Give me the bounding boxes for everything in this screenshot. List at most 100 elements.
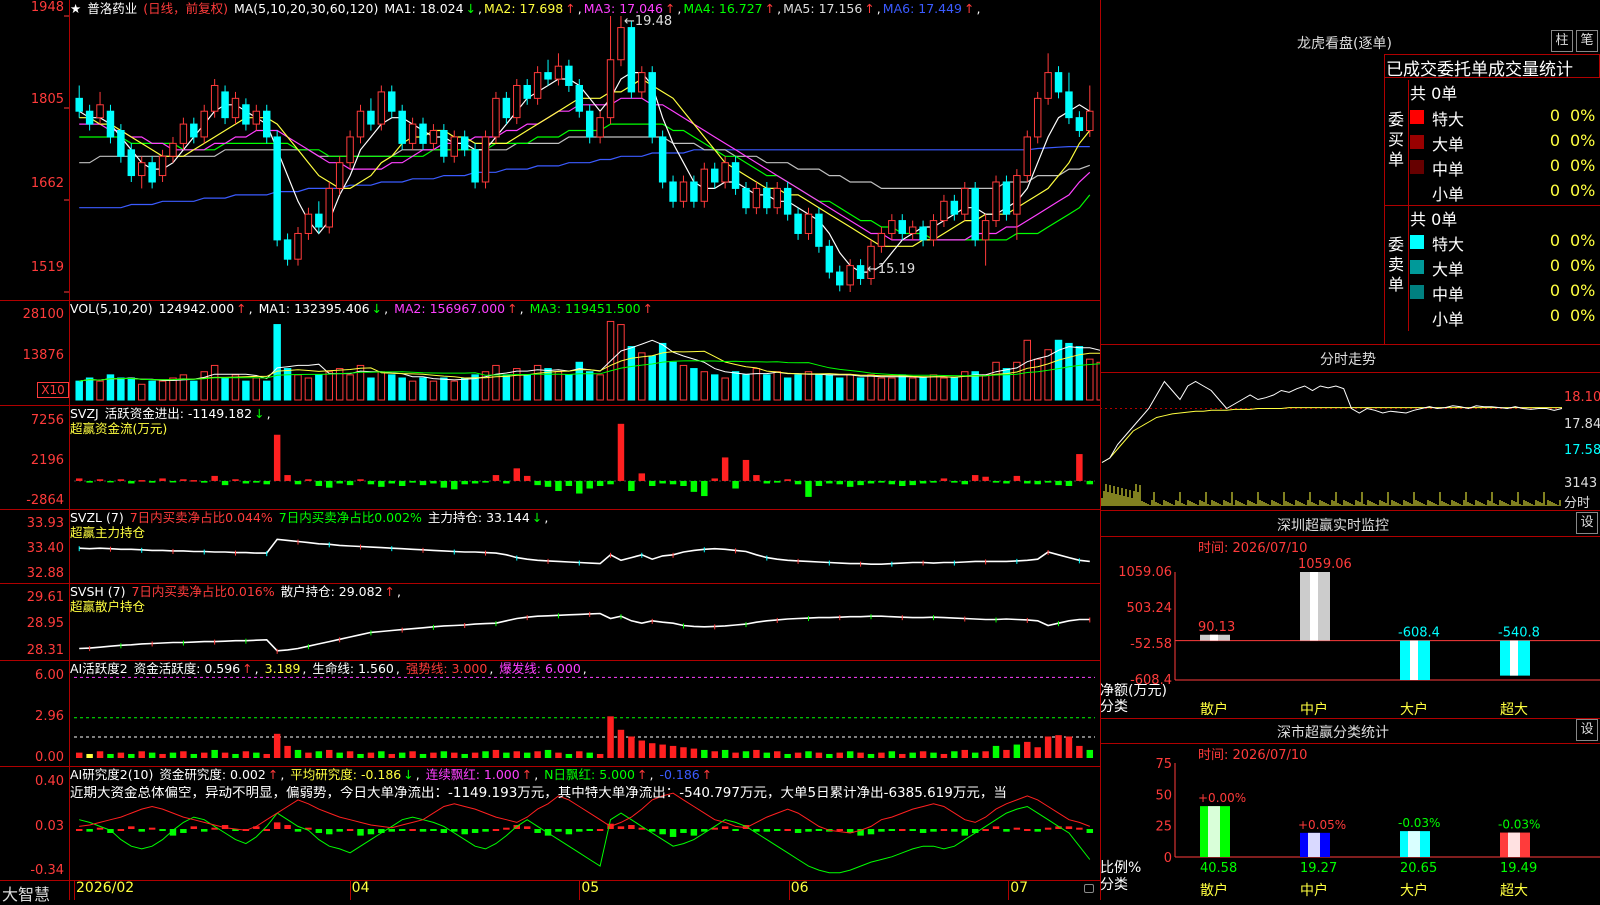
candle-body xyxy=(460,136,469,151)
class-bar-highlight xyxy=(1508,832,1520,857)
candle xyxy=(513,79,521,125)
candle-body xyxy=(263,110,271,138)
fund-flow-bar xyxy=(742,459,750,481)
class-category: 散户 xyxy=(1200,882,1228,899)
lock-icon[interactable] xyxy=(1084,884,1094,893)
candle-body xyxy=(929,220,938,241)
settings-button[interactable]: 设 xyxy=(1576,719,1598,741)
fund-flow-bar xyxy=(273,434,281,481)
candle xyxy=(252,104,261,131)
candle xyxy=(1075,111,1084,137)
order-percent: 0% xyxy=(1570,256,1596,275)
x-axis-label: 07 xyxy=(1010,880,1029,896)
sell-orders-label: 委卖单 xyxy=(1387,235,1404,294)
ai2-title: AI研究度2(10) xyxy=(70,767,154,782)
research-bar xyxy=(596,829,604,831)
tab-orders[interactable]: 委托单 xyxy=(1437,60,1488,80)
activity-bar xyxy=(200,752,208,758)
research-bar xyxy=(888,829,896,831)
activity-bar xyxy=(326,749,333,758)
activity-bar xyxy=(398,752,406,758)
fund-flow-bar xyxy=(409,480,416,483)
volume-bar xyxy=(273,324,281,401)
tick-mode-button[interactable]: 笔 xyxy=(1576,30,1598,52)
x-axis-tick xyxy=(74,880,75,900)
monitor-category: 超大 xyxy=(1500,702,1528,718)
volume-bar xyxy=(440,377,448,401)
order-row[interactable]: 中单 0 0% xyxy=(1410,281,1600,304)
fund-flow-bar xyxy=(482,480,489,483)
fund-flow-bar xyxy=(253,480,260,483)
research-bar xyxy=(784,829,791,831)
order-percent: 0% xyxy=(1570,306,1596,325)
fund-flow-bar xyxy=(899,480,906,486)
activity-bar xyxy=(451,752,458,758)
activity-bar xyxy=(148,752,156,758)
candle-body xyxy=(398,110,406,144)
research-bar xyxy=(815,829,823,831)
order-row[interactable]: 大单 0 0% xyxy=(1410,256,1600,279)
order-row[interactable]: 小单 0 0% xyxy=(1410,306,1600,329)
ai1-burst-line: 爆发线: 6.000 xyxy=(499,661,581,676)
monitor-bar xyxy=(1500,640,1530,676)
fund-flow-bar xyxy=(326,480,333,488)
bar-mode-button[interactable]: 柱 xyxy=(1551,30,1573,52)
candle xyxy=(283,233,292,266)
research-bar xyxy=(294,829,302,832)
fund-flow-bar xyxy=(774,480,781,483)
activity-bar xyxy=(878,752,885,758)
research-bar xyxy=(669,829,677,837)
vol-unit-badge[interactable]: X10 xyxy=(37,382,69,398)
fund-flow-bar xyxy=(221,480,229,486)
order-row[interactable]: 特大 0 0% xyxy=(1410,231,1600,254)
fund-flow-bar xyxy=(680,480,687,486)
ma-legend-6: MA6: 17.449 xyxy=(882,1,962,16)
ai1-ytick: 6.00 xyxy=(35,668,64,683)
candle xyxy=(148,156,156,189)
fund-flow-bar xyxy=(367,480,375,485)
fund-flow-bar xyxy=(753,475,760,481)
stock-name[interactable]: 普洛药业 xyxy=(87,1,137,16)
activity-bar xyxy=(857,752,864,758)
svsh-red-text: 7日内买卖净占比0.016% xyxy=(131,584,275,599)
settings-button[interactable]: 设 xyxy=(1576,512,1598,534)
order-row[interactable]: 大单 0 0% xyxy=(1410,131,1600,154)
candle xyxy=(85,104,94,131)
candle xyxy=(137,156,146,189)
fund-flow-bar xyxy=(628,480,635,492)
tab-filled[interactable]: 已成交 xyxy=(1386,60,1437,80)
candle xyxy=(481,130,490,189)
monitor-category: 散户 xyxy=(1200,701,1228,718)
fund-flow-bar xyxy=(117,479,125,481)
intraday-chart[interactable] xyxy=(1100,372,1565,510)
fund-flow-bar xyxy=(440,480,448,488)
kline-chart-area[interactable] xyxy=(0,0,1100,900)
order-row[interactable]: 小单 0 0% xyxy=(1410,181,1600,204)
order-row[interactable]: 中单 0 0% xyxy=(1410,156,1600,179)
fund-flow-bar xyxy=(388,480,395,484)
order-row[interactable]: 特大 0 0% xyxy=(1410,106,1600,129)
arrow-down-icon: ↓ xyxy=(531,510,543,525)
candle-body xyxy=(596,117,604,138)
fund-flow-bar xyxy=(138,480,145,482)
sz-class-chart[interactable]: 75 50 25 0 +0.00% 40.58 散户 +0.05% 19.27 中户 -0.03% 2… xyxy=(1100,755,1600,900)
svzj-value: 活跃资金进出: -1149.182 xyxy=(104,406,253,421)
activity-bar xyxy=(492,749,500,758)
candle xyxy=(398,104,406,150)
candle xyxy=(710,162,719,189)
activity-bar xyxy=(471,752,479,758)
ma6-line xyxy=(79,146,1090,209)
activity-bar xyxy=(961,749,969,758)
order-count: 0 xyxy=(1549,156,1560,175)
period-label[interactable]: (日线，前复权) xyxy=(143,1,228,16)
fund-flow-bar xyxy=(1034,480,1041,485)
intraday-title: 分时走势 xyxy=(1320,352,1376,368)
fund-flow-bar xyxy=(763,480,771,484)
tab-volume-stats[interactable]: 成交量统计 xyxy=(1488,60,1573,80)
activity-bar xyxy=(315,751,323,758)
star-icon[interactable]: ★ xyxy=(70,1,81,16)
price-line xyxy=(1101,380,1563,463)
candle-body xyxy=(388,91,396,112)
sz-monitor-chart[interactable]: 1059.06 503.24 -52.58 -608.4 90.13 散户 1059.06 中… xyxy=(1100,550,1600,720)
volume-bar xyxy=(690,368,698,401)
